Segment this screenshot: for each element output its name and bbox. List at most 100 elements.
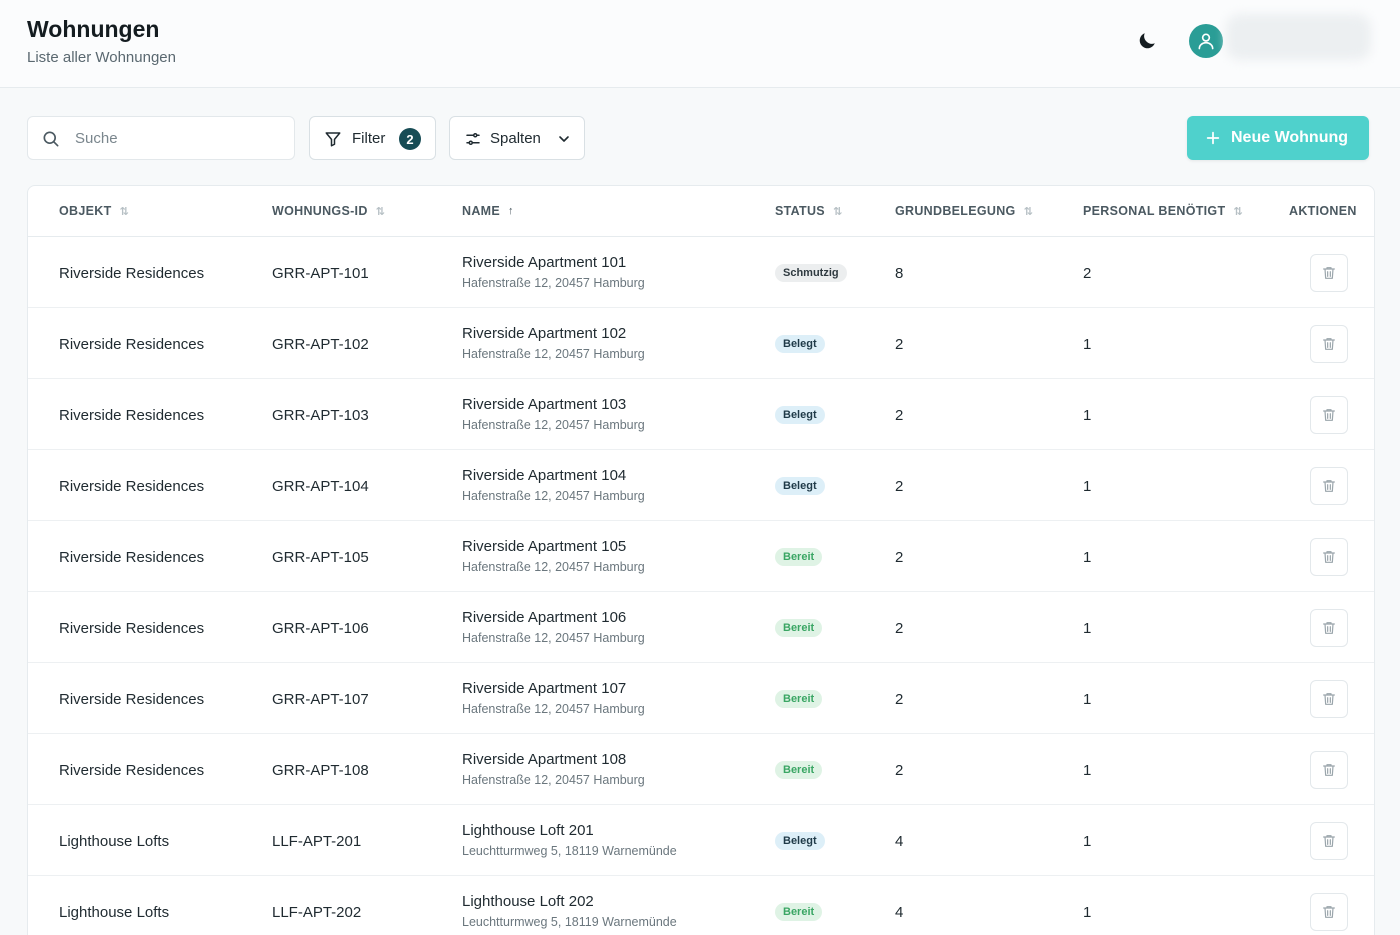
filter-label: Filter [352,130,386,147]
delete-button[interactable] [1310,822,1348,860]
column-header-personal-benoetigt[interactable]: PERSONAL BENÖTIGT ⇅ [1083,204,1243,218]
user-menu-blurred[interactable] [1226,14,1371,60]
delete-button[interactable] [1310,751,1348,789]
cell-name: Riverside Apartment 101 Hafenstraße 12, … [462,254,645,290]
column-header-name[interactable]: NAME ↑ [462,204,514,218]
column-header-label: STATUS [775,204,825,218]
sort-ascending-icon: ↑ [508,205,514,217]
apartment-name: Riverside Apartment 105 [462,538,627,555]
new-apartment-label: Neue Wohnung [1231,129,1349,146]
cell-personal-benoetigt: 1 [1083,336,1092,353]
table-row[interactable]: Riverside Residences GRR-APT-105 Riversi… [28,521,1374,592]
apartment-name: Riverside Apartment 107 [462,680,627,697]
delete-button[interactable] [1310,538,1348,576]
cell-name: Lighthouse Loft 201 Leuchtturmweg 5, 181… [462,822,677,858]
apartment-name: Riverside Apartment 102 [462,325,627,342]
search-box [27,116,295,160]
search-input[interactable] [75,117,285,159]
trash-icon [1323,906,1335,918]
table-row[interactable]: Riverside Residences GRR-APT-104 Riversi… [28,450,1374,521]
trash-icon [1323,480,1335,492]
cell-name: Lighthouse Loft 202 Leuchtturmweg 5, 181… [462,893,677,929]
cell-personal-benoetigt: 1 [1083,549,1092,566]
trash-icon [1323,338,1335,350]
column-header-label: OBJEKT [59,204,112,218]
delete-button[interactable] [1310,680,1348,718]
delete-button[interactable] [1310,254,1348,292]
column-header-label: WOHNUNGS-ID [272,204,368,218]
dark-mode-toggle[interactable] [1130,24,1164,58]
trash-icon [1323,267,1335,279]
page-subtitle: Liste aller Wohnungen [27,49,176,66]
user-icon [1198,33,1214,50]
cell-name: Riverside Apartment 103 Hafenstraße 12, … [462,396,645,432]
cell-grundbelegung: 2 [895,478,904,495]
column-header-wohnungs-id[interactable]: WOHNUNGS-ID ⇅ [272,204,385,218]
column-header-grundbelegung[interactable]: GRUNDBELEGUNG ⇅ [895,204,1033,218]
cell-grundbelegung: 2 [895,549,904,566]
column-header-label: PERSONAL BENÖTIGT [1083,204,1226,218]
columns-label: Spalten [490,130,541,147]
cell-objekt: Riverside Residences [59,336,205,353]
user-avatar[interactable] [1189,24,1223,58]
delete-button[interactable] [1310,396,1348,434]
cell-wohnungs-id: LLF-APT-201 [272,833,362,850]
cell-objekt: Riverside Residences [59,549,205,566]
cell-objekt: Riverside Residences [59,265,205,282]
new-apartment-button[interactable]: Neue Wohnung [1187,116,1369,160]
sort-both-icon: ⇅ [1233,205,1243,218]
delete-button[interactable] [1310,325,1348,363]
sliders-icon [466,133,480,145]
delete-button[interactable] [1310,467,1348,505]
apartment-name: Riverside Apartment 106 [462,609,627,626]
status-badge: Bereit [775,903,823,921]
column-header-status[interactable]: STATUS ⇅ [775,204,842,218]
table-row[interactable]: Lighthouse Lofts LLF-APT-202 Lighthouse … [28,876,1374,935]
sort-both-icon: ⇅ [832,205,843,218]
apartment-name: Lighthouse Loft 201 [462,822,594,839]
cell-wohnungs-id: GRR-APT-103 [272,407,369,424]
column-header-label: AKTIONEN [1289,204,1357,218]
table-row[interactable]: Riverside Residences GRR-APT-106 Riversi… [28,592,1374,663]
cell-objekt: Lighthouse Lofts [59,833,170,850]
delete-button[interactable] [1310,893,1348,931]
cell-wohnungs-id: GRR-APT-106 [272,620,369,637]
table-row[interactable]: Riverside Residences GRR-APT-103 Riversi… [28,379,1374,450]
table-row[interactable]: Riverside Residences GRR-APT-108 Riversi… [28,734,1374,805]
status-badge: Bereit [775,619,823,637]
status-badge: Belegt [775,477,825,495]
trash-icon [1323,409,1335,421]
apartments-page: Wohnungen Liste aller Wohnungen Filter 2 [0,0,1400,935]
status-badge: Belegt [775,335,825,353]
cell-personal-benoetigt: 1 [1083,691,1092,708]
filter-button[interactable]: Filter 2 [309,116,436,160]
column-header-aktionen: AKTIONEN [1289,204,1357,218]
cell-objekt: Riverside Residences [59,691,205,708]
cell-name: Riverside Apartment 105 Hafenstraße 12, … [462,538,645,574]
cell-personal-benoetigt: 1 [1083,762,1092,779]
cell-wohnungs-id: GRR-APT-105 [272,549,369,566]
table-row[interactable]: Riverside Residences GRR-APT-102 Riversi… [28,308,1374,379]
column-header-objekt[interactable]: OBJEKT ⇅ [59,204,129,218]
filter-icon [325,132,341,147]
apartment-address: Hafenstraße 12, 20457 Hamburg [462,276,645,290]
table-row[interactable]: Lighthouse Lofts LLF-APT-201 Lighthouse … [28,805,1374,876]
columns-button[interactable]: Spalten [449,116,585,160]
apartment-address: Hafenstraße 12, 20457 Hamburg [462,560,645,574]
apartment-name: Riverside Apartment 101 [462,254,627,271]
status-badge: Bereit [775,690,823,708]
trash-icon [1323,551,1335,563]
table-row[interactable]: Riverside Residences GRR-APT-101 Riversi… [28,237,1374,308]
chevron-down-icon [559,136,569,142]
trash-icon [1323,835,1335,847]
table-row[interactable]: Riverside Residences GRR-APT-107 Riversi… [28,663,1374,734]
apartments-table: OBJEKT ⇅ WOHNUNGS-ID ⇅ NAME ↑ STATUS ⇅ G… [27,185,1375,935]
delete-button[interactable] [1310,609,1348,647]
cell-name: Riverside Apartment 106 Hafenstraße 12, … [462,609,645,645]
cell-grundbelegung: 2 [895,762,904,779]
apartment-address: Leuchtturmweg 5, 18119 Warnemünde [462,844,677,858]
cell-grundbelegung: 2 [895,336,904,353]
cell-wohnungs-id: GRR-APT-102 [272,336,369,353]
status-badge: Belegt [775,832,825,850]
apartment-address: Hafenstraße 12, 20457 Hamburg [462,631,645,645]
